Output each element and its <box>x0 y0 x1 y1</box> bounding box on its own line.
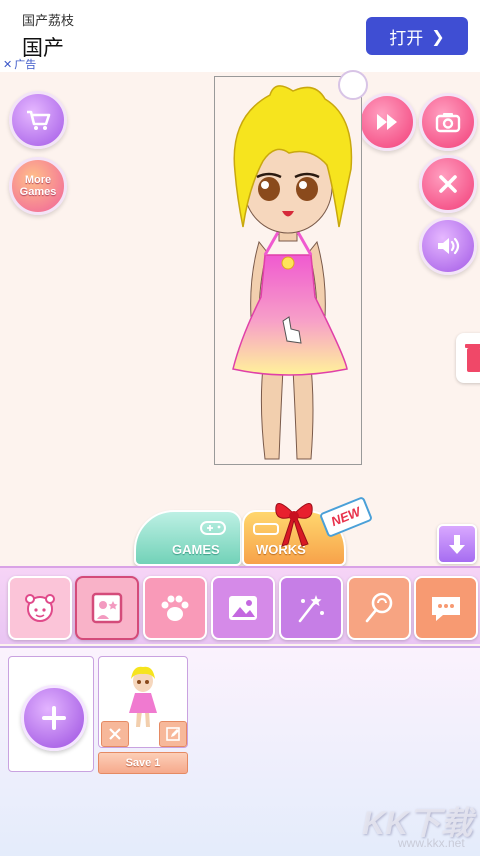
arrow-down-icon <box>449 535 465 554</box>
edit-save-button[interactable] <box>159 721 187 747</box>
category-frame[interactable] <box>75 576 139 640</box>
sparkle-wand-icon <box>298 595 324 623</box>
category-pet[interactable] <box>143 576 207 640</box>
shopping-cart-icon <box>27 110 51 130</box>
shop-button[interactable] <box>9 91 67 149</box>
more-games-label-line1: More <box>24 174 52 186</box>
ad-title: 国产荔枝 <box>22 14 75 29</box>
picture-icon <box>229 596 257 620</box>
gamepad-icon <box>200 521 226 535</box>
paw-icon <box>161 595 189 621</box>
save-thumbnail <box>129 666 157 727</box>
camera-button[interactable] <box>419 93 477 151</box>
category-background[interactable] <box>211 576 275 640</box>
doll-figure <box>232 85 353 460</box>
ad-tag-label: 广告 <box>14 58 37 71</box>
tab-games[interactable]: GAMES <box>134 510 242 566</box>
watermark-url: www.kkx.net <box>398 836 465 850</box>
fast-forward-icon <box>377 114 397 130</box>
more-games-label-line2: Games <box>19 186 57 198</box>
watermark: KK下载 <box>362 805 473 841</box>
trash-icon <box>465 344 480 372</box>
ad-close-icon[interactable]: ✕ <box>3 58 12 71</box>
category-face[interactable] <box>8 576 72 640</box>
collapse-down-button[interactable] <box>437 524 477 564</box>
close-icon <box>109 728 121 740</box>
new-badge: NEW <box>318 495 374 539</box>
sound-button[interactable] <box>419 217 477 275</box>
ad-banner[interactable]: 国产荔枝 国产 打开 ❯ ✕ 广告 <box>0 0 480 72</box>
add-button[interactable] <box>21 685 87 751</box>
girl-face-icon <box>25 594 55 622</box>
delete-save-button[interactable] <box>101 721 129 747</box>
trash-tab[interactable] <box>456 333 480 383</box>
save-slot-1-label: Save 1 <box>98 752 188 774</box>
category-sweets[interactable] <box>347 576 411 640</box>
close-icon <box>439 175 457 193</box>
category-effects[interactable] <box>279 576 343 640</box>
fast-forward-button[interactable] <box>358 93 416 151</box>
more-games-button[interactable]: More Games <box>9 157 67 215</box>
add-save-slot[interactable] <box>8 656 94 772</box>
camera-icon <box>435 113 461 133</box>
gift-bow-icon <box>275 503 313 547</box>
chat-bubble-icon <box>432 597 460 621</box>
save-slot-1[interactable] <box>98 656 188 748</box>
category-chat[interactable] <box>414 576 478 640</box>
chevron-right-icon: ❯ <box>431 26 445 46</box>
category-bar <box>0 566 480 644</box>
speaker-icon <box>438 237 460 255</box>
edit-corner-icon[interactable] <box>338 70 368 100</box>
doll-canvas[interactable] <box>214 76 362 465</box>
plus-icon <box>42 706 66 730</box>
close-button[interactable] <box>419 155 477 213</box>
ad-tag[interactable]: ✕ 广告 <box>3 56 36 72</box>
pencil-icon <box>166 727 180 741</box>
lollipop-icon <box>365 592 393 623</box>
ad-open-button[interactable]: 打开 ❯ <box>366 17 468 55</box>
photo-frame-icon <box>91 592 123 624</box>
ad-open-label: 打开 <box>389 28 424 49</box>
tab-games-label: GAMES <box>172 542 220 557</box>
